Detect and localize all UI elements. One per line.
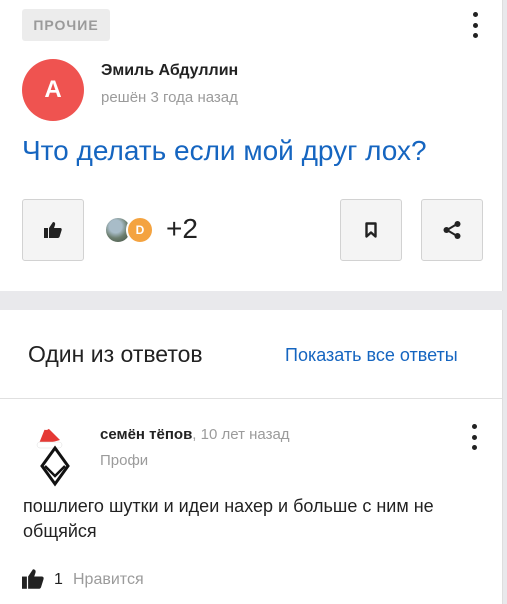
show-all-answers-link[interactable]: Показать все ответы [285, 345, 458, 366]
question-title[interactable]: Что делать если мой друг лох? [22, 135, 427, 167]
answer-like-label[interactable]: Нравится [73, 571, 144, 589]
author-avatar[interactable]: А [22, 59, 84, 121]
bookmark-icon [365, 222, 377, 238]
answer-author-rank: Профи [100, 452, 149, 469]
more-vertical-icon[interactable] [467, 12, 483, 38]
answer-author[interactable]: семён тёпов, 10 лет назад [100, 426, 290, 443]
like-button[interactable] [22, 199, 84, 261]
answer-author-name[interactable]: семён тёпов [100, 426, 192, 443]
category-badge[interactable]: ПРОЧИЕ [22, 9, 110, 41]
more-vertical-icon[interactable] [466, 424, 482, 450]
question-status: решён 3 года назад [101, 89, 238, 106]
bookmark-button[interactable] [340, 199, 402, 261]
answer-text: пошлиего шутки и идеи нахер и больше с н… [23, 496, 434, 541]
divider [0, 398, 502, 399]
thumbs-up-icon[interactable] [22, 569, 44, 589]
author-name[interactable]: Эмиль Абдуллин [101, 62, 238, 80]
participants-more-count[interactable]: +2 [166, 213, 198, 245]
answer-like-count: 1 [54, 571, 63, 588]
answer-author-avatar[interactable] [28, 420, 82, 488]
participant-avatar[interactable]: D [126, 216, 154, 244]
question-card: ПРОЧИЕ А Эмиль Абдуллин решён 3 года наз… [0, 0, 503, 291]
share-button[interactable] [421, 199, 483, 261]
answers-heading: Один из ответов [28, 341, 203, 367]
share-icon [443, 221, 461, 239]
answer-time: , 10 лет назад [192, 426, 290, 443]
thumbs-up-icon [44, 222, 62, 238]
